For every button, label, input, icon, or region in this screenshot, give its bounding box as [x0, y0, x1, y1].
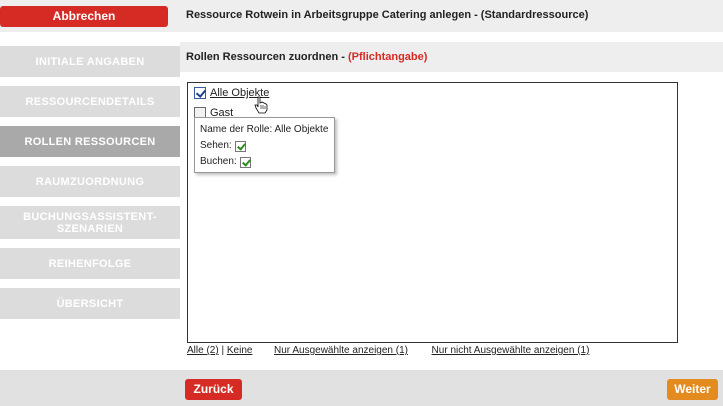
- show-selected-link[interactable]: Nur Ausgewählte anzeigen (1): [274, 345, 408, 356]
- show-unselected-link[interactable]: Nur nicht Ausgewählte anzeigen (1): [432, 345, 590, 356]
- step-initiale-angaben[interactable]: INITIALE ANGABEN: [0, 46, 180, 77]
- tooltip-see-label: Sehen:: [200, 140, 232, 151]
- tooltip-book-row: Buchen:: [200, 154, 329, 170]
- sidebar: Abbrechen INITIALE ANGABEN RESSOURCENDET…: [0, 0, 180, 406]
- back-button[interactable]: Zurück: [185, 379, 242, 400]
- check-icon: [239, 156, 251, 168]
- section-title: Rollen Ressourcen zuordnen -: [186, 51, 348, 63]
- select-all-link[interactable]: Alle (2): [187, 345, 219, 356]
- list-filter-links: Alle (2) | Keine Nur Ausgewählte anzeige…: [187, 345, 589, 356]
- main-panel: Ressource Rotwein in Arbeitsgruppe Cater…: [180, 0, 723, 406]
- hand-pointer-icon: [254, 96, 268, 114]
- role-checkbox-alle-objekte[interactable]: [194, 87, 206, 99]
- step-rollen-ressourcen[interactable]: ROLLEN RESSOURCEN: [0, 126, 180, 157]
- next-button[interactable]: Weiter: [667, 379, 718, 400]
- page-title: Ressource Rotwein in Arbeitsgruppe Cater…: [180, 0, 723, 32]
- footer-bar: Zurück Weiter: [180, 370, 723, 406]
- required-marker: (Pflichtangabe): [347, 51, 428, 63]
- step-buchungsassistent-szenarien[interactable]: BUCHUNGSASSISTENT-SZENARIEN: [0, 206, 180, 239]
- sidebar-footer: [0, 370, 180, 406]
- select-none-link[interactable]: Keine: [227, 345, 253, 356]
- tooltip-role-name: Name der Rolle: Alle Objekte: [200, 124, 329, 135]
- step-raumzuordnung[interactable]: RAUMZUORDNUNG: [0, 166, 180, 197]
- step-reihenfolge[interactable]: REIHENFOLGE: [0, 248, 180, 279]
- filter-separator: |: [221, 345, 225, 356]
- step-ressourcendetails[interactable]: RESSOURCENDETAILS: [0, 86, 180, 117]
- tooltip-book-label: Buchen:: [200, 156, 237, 167]
- wizard-steps: INITIALE ANGABEN RESSOURCENDETAILS ROLLE…: [0, 46, 180, 328]
- section-heading: Rollen Ressourcen zuordnen - (Pflichtang…: [180, 42, 723, 72]
- cancel-bar: Abbrechen: [0, 0, 180, 32]
- role-list: Alle Objekte Gast Name der Rolle: Alle O…: [187, 82, 678, 343]
- cancel-button[interactable]: Abbrechen: [0, 6, 168, 27]
- tooltip-see-row: Sehen:: [200, 138, 329, 154]
- role-tooltip: Name der Rolle: Alle Objekte Sehen: Buch…: [194, 117, 335, 173]
- step-uebersicht[interactable]: ÜBERSICHT: [0, 288, 180, 319]
- check-icon: [234, 140, 246, 152]
